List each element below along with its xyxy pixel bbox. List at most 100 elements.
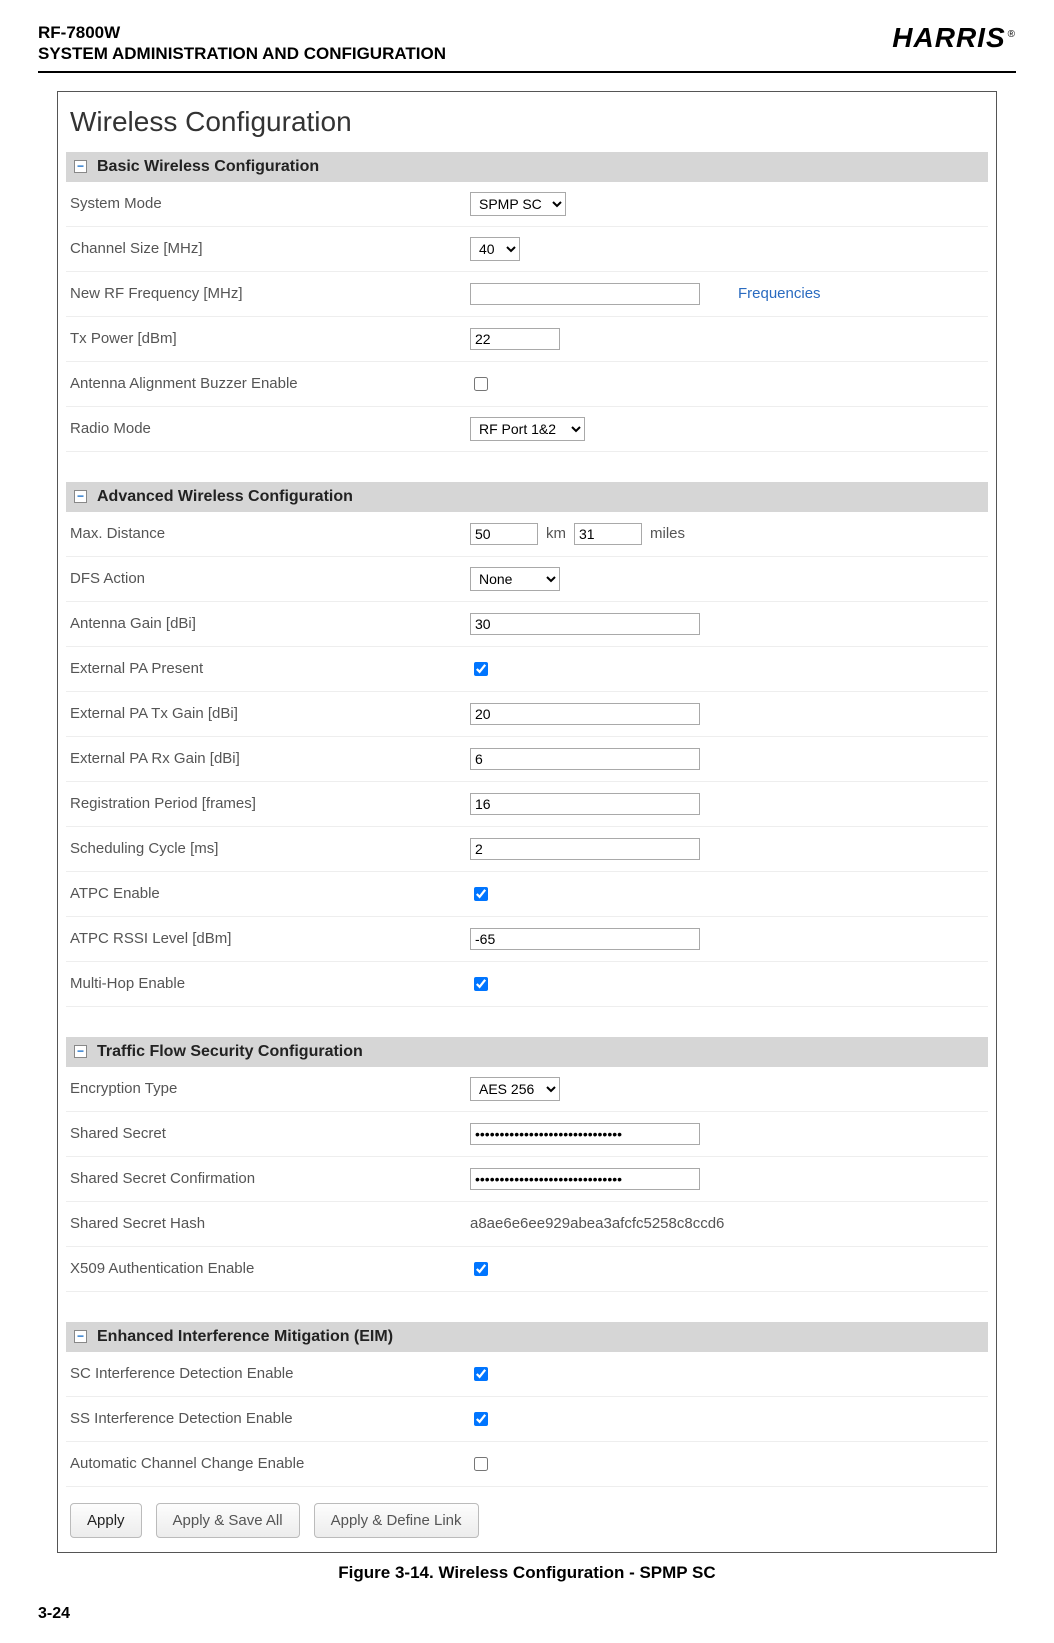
figure-caption: Figure 3-14. Wireless Configuration - SP… <box>38 1563 1016 1583</box>
hash-value: a8ae6e6ee929abea3afcfc5258c8ccd6 <box>470 1215 724 1232</box>
config-screenshot: Wireless Configuration − Basic Wireless … <box>57 91 997 1553</box>
new-rf-freq-input[interactable] <box>470 283 700 305</box>
page-number: 3-24 <box>38 1605 1016 1623</box>
collapse-icon[interactable]: − <box>74 160 87 173</box>
shared-secret-conf-input[interactable] <box>470 1168 700 1190</box>
antenna-gain-label: Antenna Gain [dBi] <box>70 615 470 632</box>
system-mode-label: System Mode <box>70 195 470 212</box>
doc-section: SYSTEM ADMINISTRATION AND CONFIGURATION <box>38 43 446 64</box>
row-enc-type: Encryption Type AES 256 <box>66 1067 988 1112</box>
sc-detect-label: SC Interference Detection Enable <box>70 1365 470 1382</box>
row-multihop: Multi-Hop Enable <box>66 962 988 1007</box>
section-tfs-header[interactable]: − Traffic Flow Security Configuration <box>66 1037 988 1067</box>
row-channel-size: Channel Size [MHz] 40 <box>66 227 988 272</box>
enc-type-label: Encryption Type <box>70 1080 470 1097</box>
section-advanced-header[interactable]: − Advanced Wireless Configuration <box>66 482 988 512</box>
row-atpc-rssi: ATPC RSSI Level [dBm] <box>66 917 988 962</box>
shared-secret-label: Shared Secret <box>70 1125 470 1142</box>
dfs-label: DFS Action <box>70 570 470 587</box>
system-mode-select[interactable]: SPMP SC <box>470 192 566 216</box>
new-rf-freq-label: New RF Frequency [MHz] <box>70 285 470 302</box>
atpc-rssi-label: ATPC RSSI Level [dBm] <box>70 930 470 947</box>
row-ext-pa-rx: External PA Rx Gain [dBi] <box>66 737 988 782</box>
section-advanced-title: Advanced Wireless Configuration <box>97 488 353 506</box>
row-system-mode: System Mode SPMP SC <box>66 182 988 227</box>
document-header: RF-7800W SYSTEM ADMINISTRATION AND CONFI… <box>38 22 1016 65</box>
shared-secret-conf-label: Shared Secret Confirmation <box>70 1170 470 1187</box>
channel-size-select[interactable]: 40 <box>470 237 520 261</box>
atpc-rssi-input[interactable] <box>470 928 700 950</box>
km-unit: km <box>546 525 566 542</box>
ss-detect-checkbox[interactable] <box>474 1412 488 1426</box>
collapse-icon[interactable]: − <box>74 490 87 503</box>
max-distance-km-input[interactable] <box>470 523 538 545</box>
header-divider <box>38 71 1016 73</box>
x509-checkbox[interactable] <box>474 1262 488 1276</box>
reg-period-input[interactable] <box>470 793 700 815</box>
multihop-checkbox[interactable] <box>474 977 488 991</box>
section-tfs-title: Traffic Flow Security Configuration <box>97 1043 363 1061</box>
row-new-rf-freq: New RF Frequency [MHz] Frequencies <box>66 272 988 317</box>
row-dfs: DFS Action None <box>66 557 988 602</box>
page-title: Wireless Configuration <box>70 106 988 138</box>
row-sched-cycle: Scheduling Cycle [ms] <box>66 827 988 872</box>
section-eim-header[interactable]: − Enhanced Interference Mitigation (EIM) <box>66 1322 988 1352</box>
row-shared-secret: Shared Secret <box>66 1112 988 1157</box>
collapse-icon[interactable]: − <box>74 1330 87 1343</box>
collapse-icon[interactable]: − <box>74 1045 87 1058</box>
row-tx-power: Tx Power [dBm] <box>66 317 988 362</box>
section-basic-header[interactable]: − Basic Wireless Configuration <box>66 152 988 182</box>
ss-detect-label: SS Interference Detection Enable <box>70 1410 470 1427</box>
row-shared-secret-conf: Shared Secret Confirmation <box>66 1157 988 1202</box>
ext-pa-rx-input[interactable] <box>470 748 700 770</box>
sched-cycle-label: Scheduling Cycle [ms] <box>70 840 470 857</box>
shared-secret-input[interactable] <box>470 1123 700 1145</box>
atpc-enable-label: ATPC Enable <box>70 885 470 902</box>
auto-ch-label: Automatic Channel Change Enable <box>70 1455 470 1472</box>
buzzer-checkbox[interactable] <box>474 377 488 391</box>
ext-pa-present-checkbox[interactable] <box>474 662 488 676</box>
reg-period-label: Registration Period [frames] <box>70 795 470 812</box>
radio-mode-select[interactable]: RF Port 1&2 <box>470 417 585 441</box>
ext-pa-tx-input[interactable] <box>470 703 700 725</box>
row-sc-detect: SC Interference Detection Enable <box>66 1352 988 1397</box>
auto-ch-checkbox[interactable] <box>474 1457 488 1471</box>
frequencies-link[interactable]: Frequencies <box>738 285 821 302</box>
row-buzzer: Antenna Alignment Buzzer Enable <box>66 362 988 407</box>
apply-define-button[interactable]: Apply & Define Link <box>314 1503 479 1538</box>
sc-detect-checkbox[interactable] <box>474 1367 488 1381</box>
miles-unit: miles <box>650 525 685 542</box>
section-basic-title: Basic Wireless Configuration <box>97 158 319 176</box>
row-auto-ch: Automatic Channel Change Enable <box>66 1442 988 1487</box>
section-eim-title: Enhanced Interference Mitigation (EIM) <box>97 1328 393 1346</box>
row-ext-pa-present: External PA Present <box>66 647 988 692</box>
max-distance-label: Max. Distance <box>70 525 470 542</box>
button-row: Apply Apply & Save All Apply & Define Li… <box>66 1503 988 1538</box>
row-atpc-enable: ATPC Enable <box>66 872 988 917</box>
radio-mode-label: Radio Mode <box>70 420 470 437</box>
doc-model: RF-7800W <box>38 22 446 43</box>
dfs-select[interactable]: None <box>470 567 560 591</box>
row-x509: X509 Authentication Enable <box>66 1247 988 1292</box>
row-max-distance: Max. Distance km miles <box>66 512 988 557</box>
channel-size-label: Channel Size [MHz] <box>70 240 470 257</box>
multihop-label: Multi-Hop Enable <box>70 975 470 992</box>
row-radio-mode: Radio Mode RF Port 1&2 <box>66 407 988 452</box>
row-ss-detect: SS Interference Detection Enable <box>66 1397 988 1442</box>
buzzer-label: Antenna Alignment Buzzer Enable <box>70 375 470 392</box>
apply-button[interactable]: Apply <box>70 1503 142 1538</box>
ext-pa-tx-label: External PA Tx Gain [dBi] <box>70 705 470 722</box>
row-reg-period: Registration Period [frames] <box>66 782 988 827</box>
ext-pa-rx-label: External PA Rx Gain [dBi] <box>70 750 470 767</box>
tx-power-input[interactable] <box>470 328 560 350</box>
row-antenna-gain: Antenna Gain [dBi] <box>66 602 988 647</box>
brand-logo: HARRIS® <box>892 22 1016 54</box>
max-distance-mi-input[interactable] <box>574 523 642 545</box>
hash-label: Shared Secret Hash <box>70 1215 470 1232</box>
sched-cycle-input[interactable] <box>470 838 700 860</box>
atpc-enable-checkbox[interactable] <box>474 887 488 901</box>
antenna-gain-input[interactable] <box>470 613 700 635</box>
enc-type-select[interactable]: AES 256 <box>470 1077 560 1101</box>
apply-save-button[interactable]: Apply & Save All <box>156 1503 300 1538</box>
x509-label: X509 Authentication Enable <box>70 1260 470 1277</box>
